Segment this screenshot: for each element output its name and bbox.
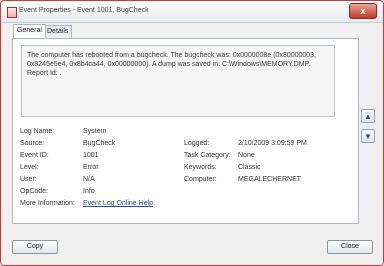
tab-details[interactable]: Details (43, 25, 73, 38)
source-label: Source: (20, 140, 45, 147)
keywords-value: Classic (238, 164, 261, 171)
general-panel: The computer has rebooted from a bugchec… (12, 38, 359, 224)
logged-label: Logged: (184, 140, 210, 147)
task-category-value: None (238, 152, 255, 159)
title-bar[interactable]: Event Properties - Event 1001, BugCheck … (1, 1, 383, 23)
level-label: Level: (20, 164, 39, 171)
more-information-label: More Information: (20, 200, 75, 207)
opcode-value: Info (83, 188, 95, 195)
next-event-button[interactable]: ▼ (361, 129, 375, 143)
copy-button[interactable]: Copy (12, 240, 58, 254)
log-name-value: System (83, 128, 107, 135)
event-properties-window: Event Properties - Event 1001, BugCheck … (0, 0, 384, 266)
tab-general[interactable]: General (13, 24, 46, 38)
opcode-label: OpCode: (20, 188, 49, 195)
dialog-footer: Copy Close (1, 231, 383, 265)
arrow-down-icon: ▼ (364, 132, 372, 141)
arrow-up-icon: ▲ (364, 112, 372, 121)
event-description[interactable]: The computer has rebooted from a bugchec… (21, 45, 335, 117)
task-category-label: Task Category: (184, 152, 231, 159)
logged-value: 2/10/2009 3:09:59 PM (238, 140, 307, 147)
user-value: N/A (83, 176, 95, 183)
keywords-label: Keywords: (184, 164, 217, 171)
event-log-online-help-link[interactable]: Event Log Online Help (83, 200, 153, 207)
source-value: BugCheck (83, 140, 116, 147)
event-id-value: 1001 (83, 152, 99, 159)
close-button[interactable]: Close (327, 240, 373, 254)
computer-value: MEGALECHERNET (238, 176, 302, 183)
previous-event-button[interactable]: ▲ (361, 109, 375, 123)
computer-label: Computer: (184, 176, 217, 183)
level-value: Error (83, 164, 99, 171)
window-close-button[interactable]: x (349, 3, 377, 19)
event-id-label: Event ID: (20, 152, 49, 159)
event-viewer-icon (7, 7, 17, 18)
user-label: User: (20, 176, 37, 183)
window-title: Event Properties - Event 1001, BugCheck (19, 7, 149, 14)
log-name-label: Log Name: (20, 128, 55, 135)
